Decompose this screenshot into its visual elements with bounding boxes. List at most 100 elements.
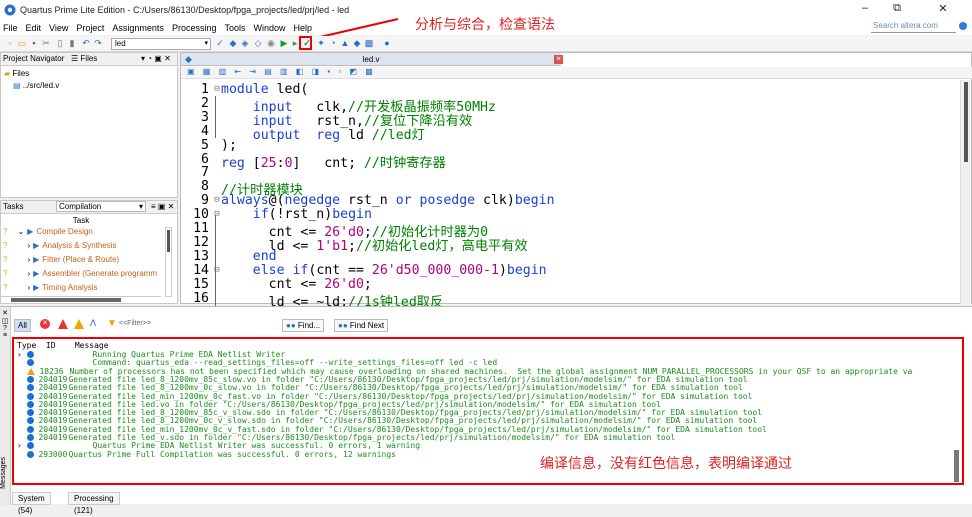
message-tab[interactable]: System (54) xyxy=(12,492,51,515)
tasks-hscrollbar[interactable] xyxy=(1,296,161,303)
task-item[interactable]: ? › ▶ Analysis & Synthesis xyxy=(3,241,117,250)
menu-item-assignments[interactable]: Assignments xyxy=(112,23,164,33)
tasks-scrollbar[interactable] xyxy=(165,227,172,297)
error-filter-icon[interactable]: ✕ xyxy=(40,319,50,329)
code-area[interactable]: 1 ⊟ module led(2 input clk,//开发板晶振频率50MHz 3… xyxy=(181,80,972,310)
message-list[interactable]: Type ID Message › Running Quartus Prime … xyxy=(12,337,964,485)
restore-button[interactable]: ⧉ xyxy=(882,2,912,18)
critical-warning-filter-icon[interactable] xyxy=(58,319,68,329)
ip-catalog-icon[interactable]: ◆ xyxy=(352,38,362,48)
info-icon xyxy=(26,392,34,400)
rtl-viewer-icon[interactable]: ✦ xyxy=(316,38,326,48)
find-button[interactable]: ●● Find... xyxy=(282,319,325,332)
start-compilation-icon[interactable]: ▶ xyxy=(279,38,289,48)
menu-item-edit[interactable]: Edit xyxy=(26,23,42,33)
fold-guide xyxy=(215,284,216,306)
paste-icon[interactable]: ▮ xyxy=(67,38,77,48)
redo-icon[interactable]: ↷ xyxy=(93,38,103,48)
chevron-right-icon[interactable]: › xyxy=(27,241,30,250)
editor-scrollbar[interactable] xyxy=(960,80,971,304)
info-filter-icon[interactable]: ᐱ xyxy=(90,318,96,329)
menu-item-help[interactable]: Help xyxy=(294,23,313,33)
settings-icon[interactable]: ✓ xyxy=(215,38,225,48)
files-root[interactable]: ▰ Files xyxy=(4,69,29,78)
task-item[interactable]: ? › ▶ Fitter (Place & Route) xyxy=(3,255,119,264)
run-task-icon[interactable]: ▶ xyxy=(33,241,39,250)
chevron-down-icon[interactable]: ▾ xyxy=(204,39,208,49)
code-line[interactable]: else if(cnt == 26'd50_000_000-1)begin xyxy=(221,263,547,278)
task-item[interactable]: ? ⌄ ▶ Compile Design xyxy=(3,227,93,236)
pin-planner-icon[interactable]: ◆ xyxy=(228,38,238,48)
run-task-icon[interactable]: ▶ xyxy=(33,269,39,278)
menu-item-file[interactable]: File xyxy=(3,23,18,33)
help-icon[interactable]: ● xyxy=(382,38,392,48)
assignment-icon[interactable]: ◇ xyxy=(253,38,263,48)
messages-close-icon[interactable]: ✕ xyxy=(0,309,10,317)
messages-float-icon[interactable]: ◫ xyxy=(0,317,10,325)
message-filter-input[interactable]: <<Filter>> xyxy=(119,320,169,327)
stop-icon[interactable]: ◉ xyxy=(266,38,276,48)
minimize-button[interactable]: – xyxy=(850,2,880,18)
run-task-icon[interactable]: ▶ xyxy=(27,227,33,236)
copy-icon[interactable]: ▯ xyxy=(55,38,65,48)
code-line[interactable]: reg [25:0] cnt; //时钟寄存器 xyxy=(221,152,446,171)
menu-item-project[interactable]: Project xyxy=(76,23,104,33)
menu-item-tools[interactable]: Tools xyxy=(224,23,245,33)
open-file-icon[interactable]: ▭ xyxy=(17,38,27,48)
save-icon[interactable]: ▪ xyxy=(29,38,39,48)
menu-item-view[interactable]: View xyxy=(49,23,68,33)
code-line[interactable]: ); xyxy=(221,138,237,153)
entity-select[interactable]: led ▾ xyxy=(111,38,211,50)
search-go-icon[interactable] xyxy=(959,22,967,30)
chevron-right-icon[interactable]: › xyxy=(27,283,30,292)
code-line[interactable]: always@(negedge rst_n or posedge clk)beg… xyxy=(221,193,555,208)
menu-item-window[interactable]: Window xyxy=(253,23,285,33)
task-status-icon: ? xyxy=(3,269,8,278)
message-tab[interactable]: Processing (121) xyxy=(68,492,120,515)
task-status-icon: ? xyxy=(3,227,8,236)
cut-icon[interactable]: ✂ xyxy=(41,38,51,48)
message-scrollbar[interactable] xyxy=(954,450,959,482)
messages-help-icon[interactable]: ? xyxy=(0,325,10,332)
task-status-icon: ? xyxy=(3,283,8,292)
line-number: 6 xyxy=(201,151,209,167)
search-input[interactable]: Search altera.com xyxy=(871,19,956,33)
code-line[interactable]: if(!rst_n)begin xyxy=(221,207,372,222)
message-row[interactable]: 293000Quartus Prime Full Compilation was… xyxy=(17,450,396,459)
close-tab-icon[interactable]: ✕ xyxy=(554,55,563,64)
task-item[interactable]: ? › ▶ Assembler (Generate programm xyxy=(3,269,157,278)
info-icon xyxy=(26,417,34,425)
chevron-down-icon[interactable]: ⌄ xyxy=(17,227,24,236)
chip-planner-icon[interactable]: ◈ xyxy=(240,38,250,48)
file-item-led[interactable]: ▤ ../src/led.v xyxy=(13,81,59,90)
filter-funnel-icon[interactable]: ▼ xyxy=(107,318,117,329)
menu-item-processing[interactable]: Processing xyxy=(172,23,217,33)
close-button[interactable]: ✕ xyxy=(928,2,958,18)
messages-menu-icon[interactable]: ≡ xyxy=(0,332,10,339)
task-item[interactable]: ? › ▶ Timing Analysis xyxy=(3,283,98,292)
navigator-tools-icon[interactable]: ▾ ◔ ▣ ✕ xyxy=(141,53,171,65)
tasks-tools-icon[interactable]: ≡ ▣ ✕ xyxy=(151,201,174,213)
code-line[interactable]: cnt <= 26'd0; xyxy=(221,277,372,292)
timing-analyzer-icon[interactable]: ◔ xyxy=(328,38,338,48)
undo-icon[interactable]: ↶ xyxy=(81,38,91,48)
code-line[interactable]: end xyxy=(221,249,277,264)
editor-toolbar: ▣ ▦ ▧ ⇤ ⇥ ▤ ▥ ◧ ◨ ▪ ▫ ◩ ▩ xyxy=(181,67,972,79)
code-editor[interactable]: ◆ led.v ✕ ▣ ▦ ▧ ⇤ ⇥ ▤ ▥ ◧ ◨ ▪ ▫ ◩ ▩ 1 ⊟ mo… xyxy=(180,52,972,310)
run-task-icon[interactable]: ▶ xyxy=(33,283,39,292)
run-task-icon[interactable]: ▶ xyxy=(33,255,39,264)
programmer-icon[interactable]: ▲ xyxy=(340,38,350,48)
editor-tab[interactable]: ◆ led.v ✕ xyxy=(181,53,563,66)
code-line[interactable]: output reg ld //led灯 xyxy=(221,124,425,143)
filter-all-button[interactable]: All xyxy=(14,319,31,332)
editor-tool-icons[interactable]: ▣ ▦ ▧ ⇤ ⇥ ▤ ▥ ◧ ◨ ▪ ▫ ◩ ▩ xyxy=(187,67,376,76)
warning-filter-icon[interactable] xyxy=(74,319,84,329)
flow-select[interactable]: Compilation ▾ xyxy=(56,201,146,212)
chevron-right-icon[interactable]: › xyxy=(27,255,30,264)
platform-designer-icon[interactable]: ▩ xyxy=(364,38,374,48)
navigator-view-select[interactable]: ☰ Files xyxy=(71,53,97,65)
chevron-right-icon[interactable]: › xyxy=(27,269,30,278)
find-next-button[interactable]: ●● Find Next xyxy=(334,319,389,332)
new-file-icon[interactable]: ▫ xyxy=(5,38,15,48)
code-line[interactable]: module led( xyxy=(221,82,308,97)
